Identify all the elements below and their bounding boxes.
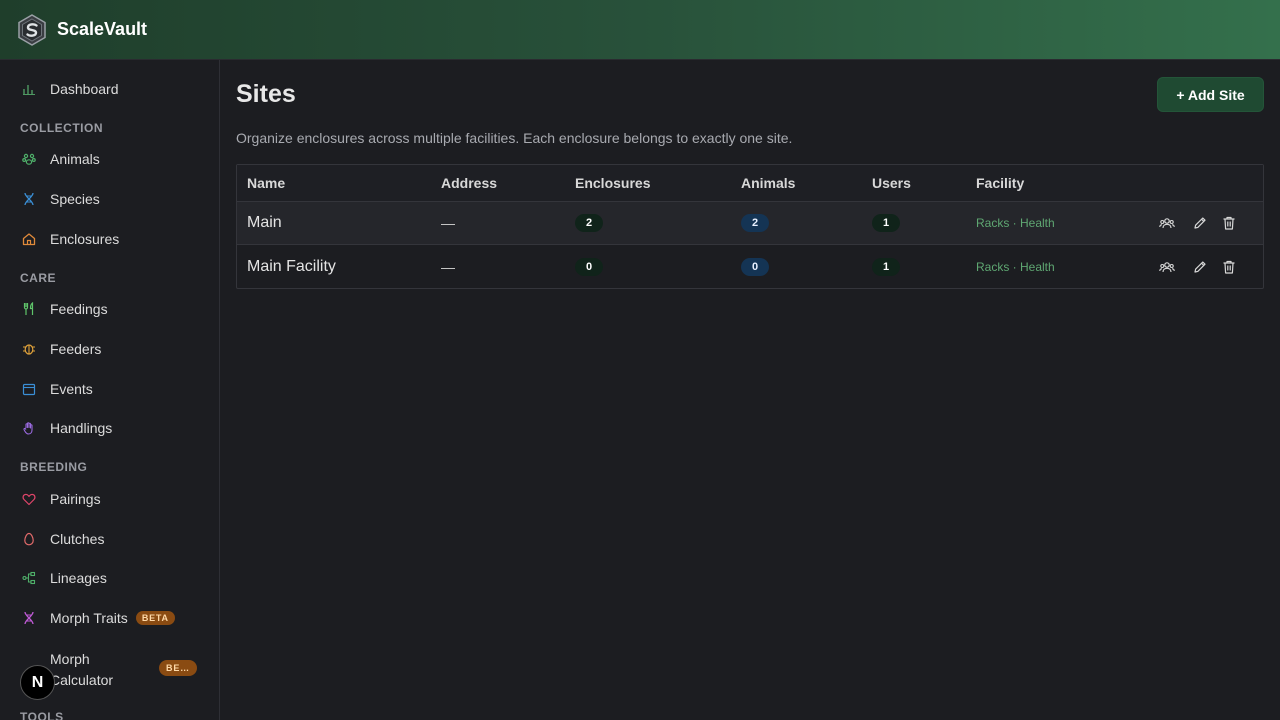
section-care: CARE [20, 271, 57, 285]
heart-icon [22, 492, 36, 506]
column-header-enclosures: Enclosures [575, 175, 651, 191]
sidebar-item-enclosures[interactable]: Enclosures [0, 227, 219, 251]
sidebar: Dashboard COLLECTION Animals Species Enc… [0, 60, 220, 720]
sidebar-item-label: Morph Traits [50, 610, 128, 626]
sidebar-item-label: Handlings [50, 420, 113, 436]
facility-features: Racks · Health [976, 259, 1055, 274]
site-name: Main Facility [247, 257, 336, 275]
sidebar-item-label: Feedings [50, 301, 108, 317]
dna-icon [22, 611, 36, 625]
table-header-row: Name Address Enclosures Animals Users Fa… [237, 165, 1263, 202]
sidebar-item-morph-traits[interactable]: Morph Traits BETA [0, 606, 219, 630]
site-address: — [441, 258, 455, 275]
animals-count-badge: 0 [741, 257, 769, 276]
sidebar-item-label: Events [50, 381, 93, 397]
column-header-name: Name [247, 175, 286, 191]
avatar[interactable]: N [20, 665, 55, 700]
sidebar-item-label: Morph Calculator [50, 651, 114, 688]
enclosures-count-badge: 2 [575, 214, 603, 232]
users-count-badge: 1 [872, 214, 900, 232]
sidebar-item-label: Animals [50, 151, 100, 167]
sidebar-item-feeders[interactable]: Feeders [0, 337, 219, 361]
sidebar-item-species[interactable]: Species [0, 187, 219, 211]
sidebar-item-handlings[interactable]: Handlings [0, 416, 219, 440]
sidebar-item-label: Clutches [50, 531, 105, 547]
add-site-button[interactable]: + Add Site [1157, 77, 1264, 112]
trash-icon[interactable] [1221, 245, 1237, 288]
sidebar-item-label: Species [50, 191, 100, 207]
sidebar-item-label: Dashboard [50, 81, 119, 97]
sidebar-item-animals[interactable]: Animals [0, 147, 219, 171]
section-tools: TOOLS [20, 710, 64, 720]
hand-icon [22, 421, 36, 435]
trash-icon[interactable] [1221, 202, 1237, 244]
section-collection: COLLECTION [20, 121, 103, 135]
sites-table: Name Address Enclosures Animals Users Fa… [236, 164, 1264, 289]
sidebar-item-dashboard[interactable]: Dashboard [0, 77, 219, 101]
top-bar: ScaleVault [0, 0, 1280, 60]
sidebar-item-label: Lineages [50, 570, 107, 586]
tree-icon [22, 571, 36, 585]
sidebar-item-label: Feeders [50, 341, 102, 357]
enclosures-count-badge: 0 [575, 257, 603, 276]
column-header-address: Address [441, 175, 498, 191]
home-icon [22, 232, 36, 246]
page-title: Sites [236, 80, 296, 108]
sidebar-item-feedings[interactable]: Feedings [0, 297, 219, 321]
brand-name[interactable]: ScaleVault [57, 19, 147, 40]
users-icon[interactable] [1159, 245, 1175, 288]
fork-knife-icon [22, 302, 36, 316]
beta-badge: BE… [159, 660, 197, 676]
column-header-users: Users [872, 175, 911, 191]
edit-icon[interactable] [1192, 202, 1208, 244]
column-header-facility: Facility [976, 175, 1025, 191]
calendar-icon [22, 382, 36, 396]
users-count-badge: 1 [872, 257, 900, 276]
sidebar-item-label: Pairings [50, 491, 101, 507]
section-breeding: BREEDING [20, 460, 88, 474]
sidebar-item-lineages[interactable]: Lineages [0, 566, 219, 590]
sidebar-item-events[interactable]: Events [0, 377, 219, 401]
sidebar-item-pairings[interactable]: Pairings [0, 487, 219, 511]
bar-chart-icon [22, 82, 36, 96]
table-row[interactable]: Main — 2 2 1 Racks · Health [237, 202, 1263, 245]
sidebar-item-label: Enclosures [50, 231, 120, 247]
facility-features: Racks · Health [976, 216, 1055, 230]
sidebar-item-clutches[interactable]: Clutches [0, 527, 219, 551]
page-subtitle: Organize enclosures across multiple faci… [236, 130, 793, 146]
site-address: — [441, 215, 455, 231]
edit-icon[interactable] [1192, 245, 1208, 288]
animals-count-badge: 2 [741, 214, 769, 232]
users-icon[interactable] [1159, 202, 1175, 244]
site-name: Main [247, 214, 282, 231]
paw-icon [22, 152, 36, 166]
egg-icon [22, 532, 36, 546]
bug-icon [22, 342, 36, 356]
column-header-animals: Animals [741, 175, 796, 191]
scalevault-logo-icon[interactable] [16, 13, 48, 46]
beta-badge: BETA [135, 611, 175, 625]
table-row[interactable]: Main Facility — 0 0 1 Racks · Health [237, 245, 1263, 288]
dna-icon [22, 192, 36, 206]
